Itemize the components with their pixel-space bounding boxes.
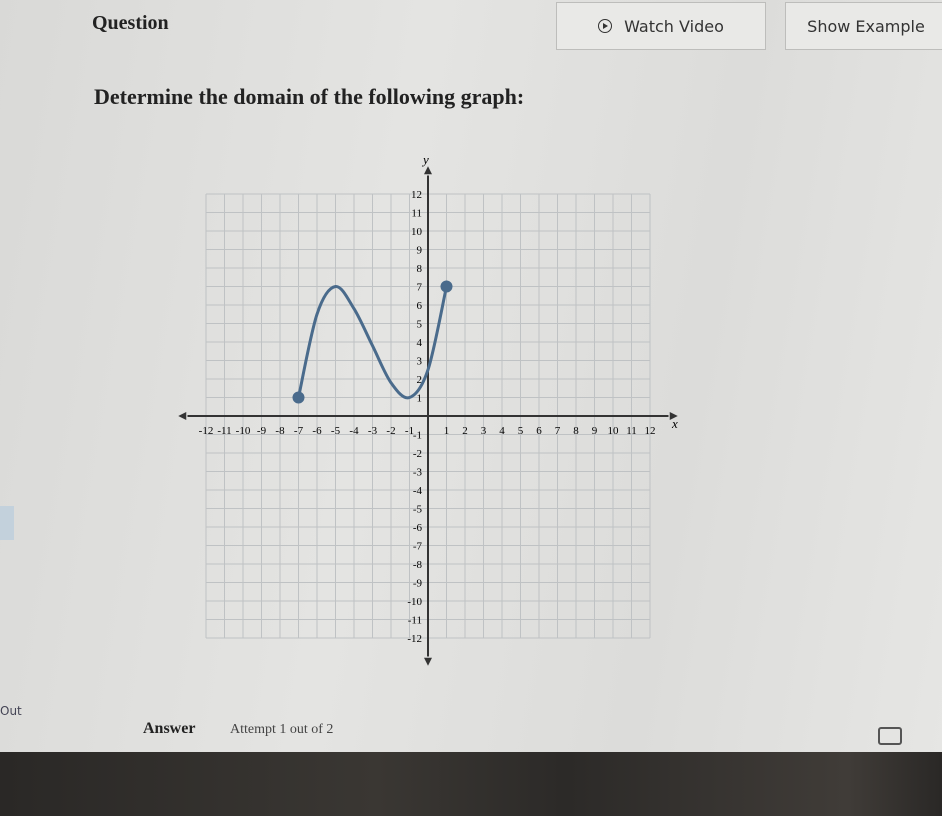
- function-graph: -12 -11 -10 -9 -8 -7 -6 -5 -4 -3 -2 -1 1 2 3 4 5 6 7 8 9 10 11…: [178, 152, 678, 666]
- left-edge-text: Out: [0, 704, 22, 718]
- side-tab[interactable]: [0, 506, 14, 540]
- x-tick-label: 3: [481, 425, 487, 437]
- y-tick-label: -2: [413, 448, 422, 460]
- x-tick-label: 7: [555, 425, 561, 437]
- endpoint-dot: [292, 391, 305, 404]
- y-tick-label: 1: [417, 393, 423, 405]
- y-tick-label: -5: [413, 504, 423, 516]
- y-tick-label: 3: [417, 356, 423, 368]
- x-tick-label: 11: [626, 425, 637, 437]
- x-tick-label: -7: [294, 425, 304, 437]
- x-tick-label: 6: [536, 425, 542, 437]
- x-tick-label: -4: [349, 425, 359, 437]
- attempt-counter: Attempt 1 out of 2: [230, 722, 334, 737]
- keyboard-icon[interactable]: [878, 727, 902, 745]
- y-tick-label: 12: [411, 189, 422, 201]
- x-tick-label: -8: [275, 425, 285, 437]
- y-tick-label: -10: [407, 596, 422, 608]
- y-tick-label: -4: [413, 485, 423, 497]
- y-tick-label: 6: [417, 300, 423, 312]
- y-tick-label: -9: [413, 578, 423, 590]
- x-tick-label: -5: [331, 425, 341, 437]
- x-tick-label: 12: [645, 425, 656, 437]
- x-tick-label: 1: [444, 425, 450, 437]
- y-tick-label: 10: [411, 226, 423, 238]
- x-tick-label: 5: [518, 425, 524, 437]
- y-tick-label: -3: [413, 467, 423, 479]
- y-tick-label: 9: [417, 245, 423, 257]
- x-tick-label: -3: [368, 425, 378, 437]
- x-tick-label: 9: [592, 425, 598, 437]
- y-tick-label: 11: [411, 208, 422, 220]
- x-tick-label: 4: [499, 425, 505, 437]
- y-axis-label: y: [421, 152, 429, 167]
- y-tick-label: 8: [417, 263, 423, 275]
- x-tick-label: -12: [199, 425, 214, 437]
- monitor-bezel: [0, 752, 942, 816]
- y-tick-label: -12: [407, 633, 422, 645]
- y-tick-label: -11: [408, 615, 422, 627]
- x-tick-label: 10: [608, 425, 620, 437]
- x-tick-label: -10: [236, 425, 251, 437]
- x-axis-label: x: [671, 416, 678, 431]
- y-tick-label: -1: [413, 430, 422, 442]
- x-tick-label: -2: [386, 425, 395, 437]
- y-tick-label: -7: [413, 541, 423, 553]
- y-tick-label: 7: [417, 282, 423, 294]
- answer-label: Answer: [143, 720, 196, 737]
- x-tick-label: 2: [462, 425, 468, 437]
- endpoint-dot: [440, 280, 453, 293]
- x-tick-label: 8: [573, 425, 579, 437]
- y-tick-label: 5: [417, 319, 423, 331]
- x-tick-label: -6: [312, 425, 322, 437]
- y-tick-label: -8: [413, 559, 423, 571]
- y-tick-label: 4: [417, 337, 423, 349]
- y-tick-label: -6: [413, 522, 423, 534]
- x-tick-label: -9: [257, 425, 267, 437]
- x-tick-label: -11: [217, 425, 231, 437]
